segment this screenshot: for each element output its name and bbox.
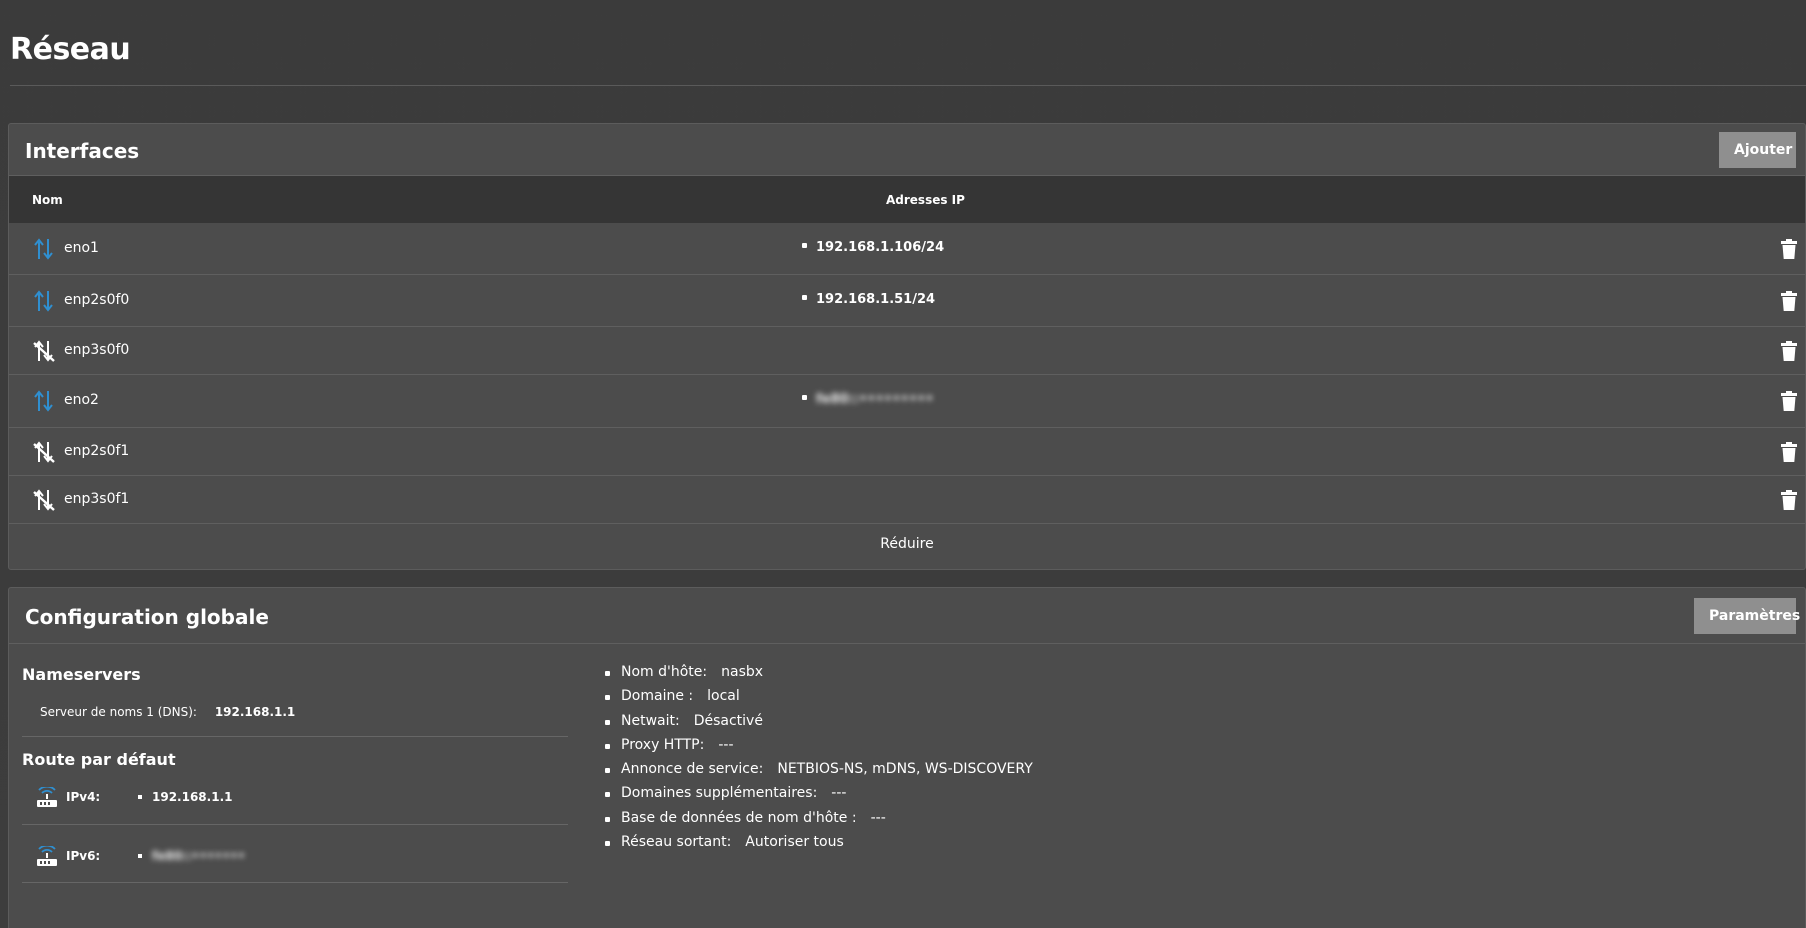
info-value: NETBIOS-NS, mDNS, WS-DISCOVERY: [777, 761, 1033, 778]
ipv6-value: fe80::•••••••: [138, 849, 245, 863]
column-header-name[interactable]: Nom: [32, 193, 63, 207]
table-row[interactable]: eno1 192.168.1.106/24: [9, 223, 1805, 275]
interface-name[interactable]: enp2s0f0: [64, 292, 129, 308]
dns1-value: 192.168.1.1: [214, 705, 296, 719]
nameservers-title: Nameservers: [22, 665, 141, 684]
info-item-http-proxy: Proxy HTTP: ---: [605, 737, 1033, 761]
global-config-title: Configuration globale: [25, 605, 269, 629]
interface-name[interactable]: enp3s0f0: [64, 342, 129, 358]
info-value: Autoriser tous: [745, 834, 844, 851]
interface-name[interactable]: eno1: [64, 240, 99, 256]
link-down-icon: [33, 488, 55, 512]
dns1-label: Serveur de noms 1 (DNS):: [40, 705, 197, 719]
route-ipv4-row: IPv4: 192.168.1.1: [22, 780, 568, 830]
router-icon: [36, 785, 58, 809]
info-item-outbound-network: Réseau sortant: Autoriser tous: [605, 834, 1033, 858]
info-value: ---: [831, 785, 847, 802]
link-up-arrows-icon: [33, 289, 55, 313]
link-up-arrows-icon: [33, 389, 55, 413]
info-item-additional-domains: Domaines supplémentaires: ---: [605, 785, 1033, 809]
title-divider: [10, 85, 1806, 86]
interface-ip-blurred: fe80::•••••••••: [802, 392, 934, 407]
blurred-ip-text: fe80::•••••••••: [816, 392, 934, 407]
global-config-card: Configuration globale Paramètres Nameser…: [8, 587, 1806, 928]
column-header-ip[interactable]: Adresses IP: [886, 193, 965, 207]
interfaces-card: Interfaces Ajouter Nom Adresses IP eno1 …: [8, 123, 1806, 570]
ipv4-label: IPv4:: [66, 790, 101, 804]
info-label: Annonce de service:: [621, 761, 764, 778]
delete-interface-icon[interactable]: [1781, 442, 1797, 462]
link-down-icon: [33, 440, 55, 464]
info-label: Réseau sortant:: [621, 834, 732, 851]
info-value: ---: [870, 809, 886, 826]
delete-interface-icon[interactable]: [1781, 490, 1797, 510]
interface-name[interactable]: eno2: [64, 392, 99, 408]
info-value: local: [707, 688, 740, 705]
info-label: Base de données de nom d'hôte :: [621, 809, 857, 826]
blurred-ipv6-text: fe80::•••••••: [152, 849, 246, 863]
divider: [22, 882, 568, 883]
interfaces-table-header: Nom Adresses IP: [9, 176, 1805, 223]
info-label: Proxy HTTP:: [621, 736, 705, 753]
table-row[interactable]: enp3s0f1: [9, 476, 1805, 524]
info-value: Désactivé: [693, 712, 763, 729]
info-item-domain: Domaine : local: [605, 688, 1033, 712]
table-row[interactable]: enp2s0f0 192.168.1.51/24: [9, 275, 1805, 327]
add-interface-button[interactable]: Ajouter: [1719, 132, 1796, 168]
interface-name[interactable]: enp3s0f1: [64, 491, 129, 507]
global-config-header: Configuration globale Paramètres: [9, 588, 1805, 644]
table-row[interactable]: enp2s0f1: [9, 428, 1805, 476]
global-info-list: Nom d'hôte: nasbx Domaine : local Netwait:…: [605, 664, 1033, 858]
collapse-link[interactable]: Réduire: [9, 524, 1805, 568]
dns1-row: Serveur de noms 1 (DNS): 192.168.1.1: [40, 705, 295, 719]
info-value: nasbx: [721, 664, 764, 680]
settings-button[interactable]: Paramètres: [1694, 598, 1800, 634]
interface-ip: 192.168.1.106/24: [802, 240, 944, 255]
info-label: Nom d'hôte:: [621, 664, 708, 680]
divider: [22, 736, 568, 737]
delete-interface-icon[interactable]: [1781, 341, 1797, 361]
table-row[interactable]: eno2 fe80::•••••••••: [9, 375, 1805, 428]
delete-interface-icon[interactable]: [1781, 291, 1797, 311]
info-value: ---: [718, 736, 734, 753]
interfaces-title: Interfaces: [25, 139, 140, 163]
delete-interface-icon[interactable]: [1781, 239, 1797, 259]
info-item-service-announcement: Annonce de service: NETBIOS-NS, mDNS, WS-…: [605, 761, 1033, 785]
router-icon: [36, 844, 58, 868]
default-route-title: Route par défaut: [22, 750, 176, 769]
info-label: Netwait:: [621, 712, 680, 729]
interfaces-header: Interfaces Ajouter: [9, 124, 1805, 176]
link-down-icon: [33, 339, 55, 363]
divider: [22, 824, 568, 825]
ipv6-label: IPv6:: [66, 849, 101, 863]
info-item-netwait: Netwait: Désactivé: [605, 713, 1033, 737]
info-item-hostname: Nom d'hôte: nasbx: [605, 664, 1033, 688]
table-row[interactable]: enp3s0f0: [9, 327, 1805, 375]
ipv4-value: 192.168.1.1: [138, 790, 232, 804]
info-item-hostname-database: Base de données de nom d'hôte : ---: [605, 810, 1033, 834]
delete-interface-icon[interactable]: [1781, 391, 1797, 411]
info-label: Domaine :: [621, 688, 694, 705]
interface-ip: 192.168.1.51/24: [802, 292, 935, 307]
info-label: Domaines supplémentaires:: [621, 785, 818, 802]
link-up-arrows-icon: [33, 237, 55, 261]
page-title: Réseau: [10, 32, 131, 67]
interface-name[interactable]: enp2s0f1: [64, 443, 129, 459]
